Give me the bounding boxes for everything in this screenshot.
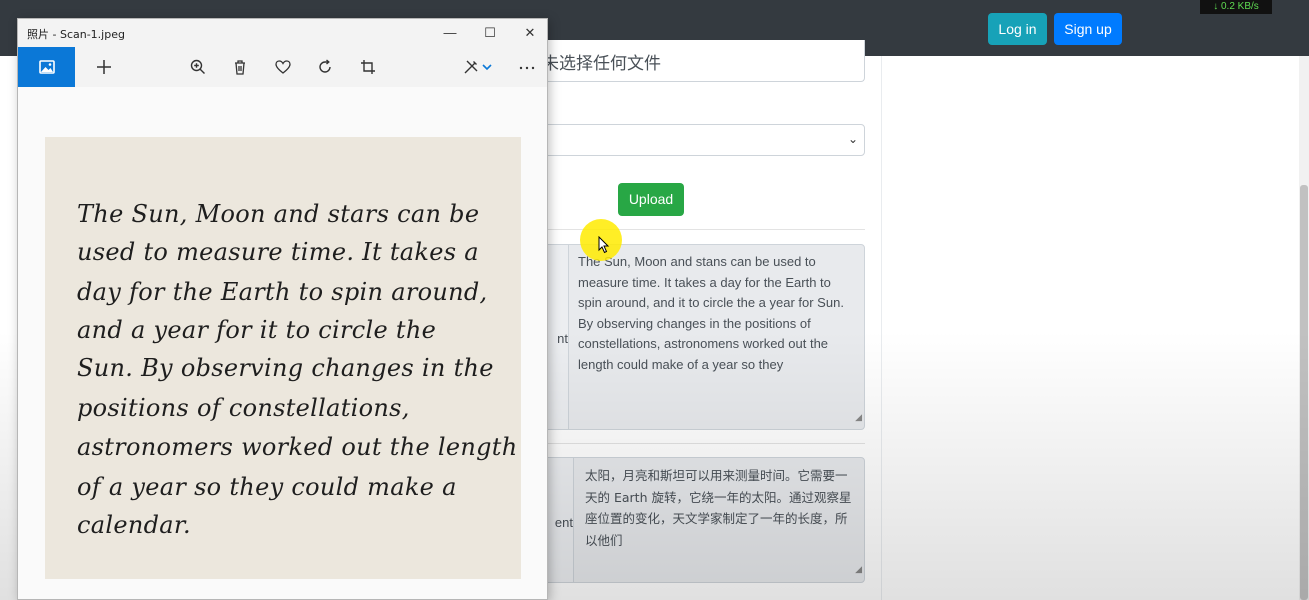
handwriting-line: calendar. [77, 511, 191, 539]
delete-icon[interactable] [230, 57, 250, 77]
handwriting-line: Sun. By observing changes in the [77, 354, 494, 382]
window-title: 照片 - Scan-1.jpeg [27, 28, 125, 41]
network-speed-indicator: ↓ 0.2 KB/s [1200, 0, 1272, 14]
maximize-icon[interactable]: ☐ [470, 19, 510, 47]
crop-icon[interactable] [358, 57, 378, 77]
edit-icon[interactable] [461, 57, 481, 77]
photos-window: 照片 - Scan-1.jpeg — ☐ ✕ The Sun, Moon and… [17, 18, 548, 600]
file-input-status: 未选择任何文件 [542, 54, 661, 74]
signup-button[interactable]: Sign up [1054, 13, 1122, 45]
handwriting-line: astronomers worked out the length [77, 433, 518, 461]
add-icon[interactable] [94, 57, 114, 77]
mouse-cursor-icon [598, 236, 610, 254]
recognized-text-area[interactable]: The Sun, Moon and stans can be used to m… [568, 244, 865, 430]
heart-icon[interactable] [273, 57, 293, 77]
login-button[interactable]: Log in [988, 13, 1047, 45]
view-image-button[interactable] [18, 47, 75, 87]
translated-text-area[interactable]: 太阳，月亮和斯坦可以用来测量时间。它需要一天的 Earth 旋转，它绕一年的太阳… [573, 457, 865, 583]
handwriting-line: and a year for it to circle the [77, 316, 437, 344]
handwriting-line: The Sun, Moon and stars can be [77, 200, 480, 228]
scrollbar-thumb[interactable] [1300, 185, 1308, 600]
handwriting-line: used to measure time. It takes a [77, 238, 479, 266]
zoom-in-icon[interactable] [188, 57, 208, 77]
handwriting-line: of a year so they could make a [77, 473, 457, 501]
resize-handle-icon[interactable]: ◢ [855, 407, 862, 428]
divider [540, 443, 865, 444]
scanned-handwriting-image: The Sun, Moon and stars can be used to m… [45, 137, 521, 579]
chevron-down-icon: ⌄ [847, 132, 858, 146]
rotate-icon[interactable] [315, 57, 335, 77]
minimize-icon[interactable]: — [430, 19, 470, 47]
resize-handle-icon[interactable]: ◢ [855, 560, 862, 582]
title-bar[interactable]: 照片 - Scan-1.jpeg — ☐ ✕ [18, 19, 547, 47]
image-icon [39, 60, 55, 74]
upload-button[interactable]: Upload [618, 183, 684, 216]
close-icon[interactable]: ✕ [510, 19, 547, 47]
handwriting-line: day for the Earth to spin around, [77, 278, 488, 306]
column-divider [881, 56, 882, 600]
handwriting-line: positions of constellations, [77, 394, 410, 422]
chevron-down-icon[interactable] [480, 57, 494, 77]
language-select[interactable]: ⌄ [540, 124, 865, 156]
more-icon[interactable] [517, 57, 537, 77]
photos-toolbar [18, 47, 547, 87]
